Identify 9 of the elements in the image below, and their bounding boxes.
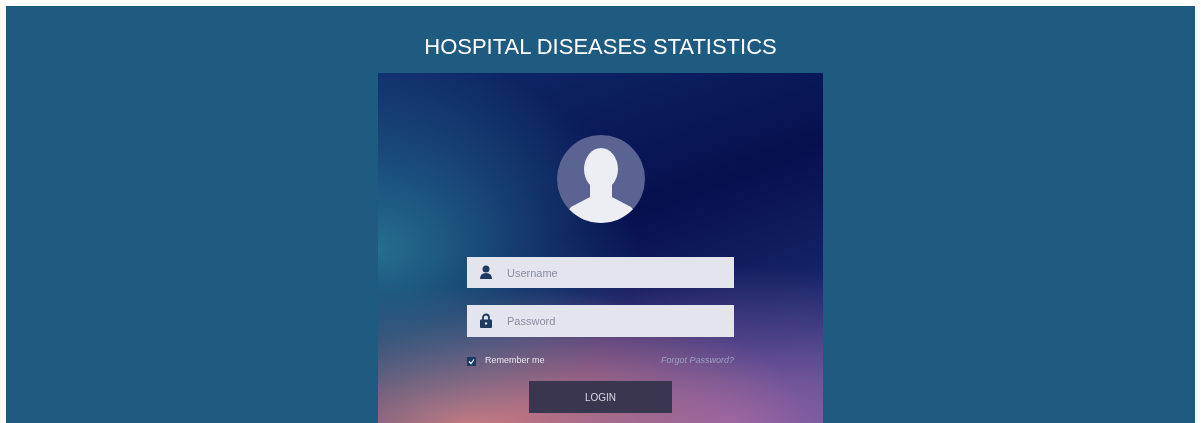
avatar-icon <box>556 135 645 223</box>
remember-checkbox[interactable] <box>467 356 476 366</box>
page-title: HOSPITAL DISEASES STATISTICS <box>424 34 777 60</box>
login-button[interactable]: LOGIN <box>529 381 672 413</box>
username-field[interactable]: Username <box>467 257 734 288</box>
person-icon <box>480 265 492 279</box>
remember-label: Remember me <box>485 354 545 368</box>
lock-icon <box>480 313 492 328</box>
password-field[interactable]: Password <box>467 305 734 337</box>
